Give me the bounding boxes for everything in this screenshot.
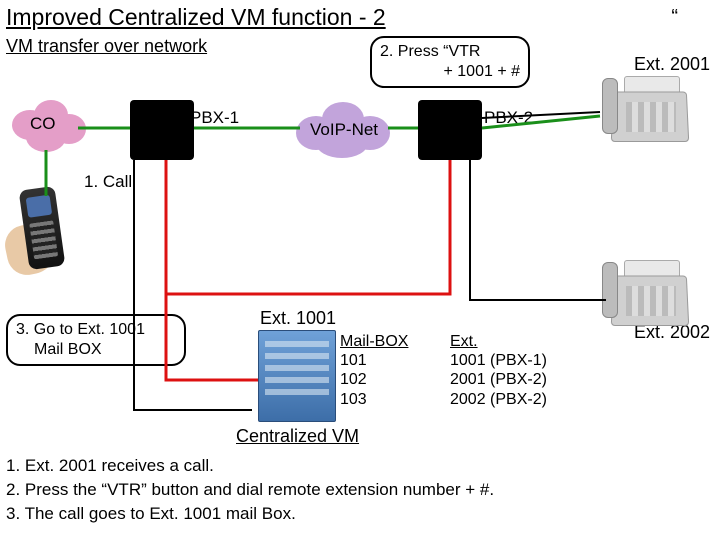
- mailbox-row-2: 103: [340, 391, 367, 408]
- highlight: [592, 478, 632, 498]
- mailbox-header: Mail-BOX: [340, 333, 408, 350]
- slide-title: Improved Centralized VM function - 2: [6, 4, 386, 31]
- stray-quote: “: [671, 6, 678, 29]
- steps-text: 1. Ext. 2001 receives a call. 2. Press t…: [6, 454, 494, 525]
- co-label: CO: [30, 114, 56, 134]
- voip-label: VoIP-Net: [310, 120, 378, 140]
- call-label: 1. Call: [84, 172, 132, 192]
- pbx-2-label: PBX-2: [484, 108, 533, 128]
- step-2-line1: 2. Press “VTR: [380, 42, 520, 62]
- ext-row-2: 2002 (PBX-2): [450, 391, 547, 408]
- ext-column: Ext. 1001 (PBX-1) 2001 (PBX-2) 2002 (PBX…: [450, 332, 547, 409]
- mailbox-row-0: 101: [340, 352, 367, 369]
- mailbox-row-1: 102: [340, 371, 367, 388]
- slide-root: { "title": "Improved Centralized VM func…: [0, 0, 720, 540]
- ext-row-0: 1001 (PBX-1): [450, 352, 547, 369]
- ext-row-1: 2001 (PBX-2): [450, 371, 547, 388]
- vm-server-icon: [258, 330, 336, 422]
- step-3-line1: 3. Go to Ext. 1001: [16, 320, 176, 340]
- centralized-vm-label: Centralized VM: [236, 426, 359, 447]
- ext-header: Ext.: [450, 333, 478, 350]
- step-line-1: 1. Ext. 2001 receives a call.: [6, 454, 494, 478]
- pbx-2-icon: [418, 100, 482, 160]
- step-2-line2: + 1001 + #: [380, 62, 520, 82]
- step-2-bubble: 2. Press “VTR + 1001 + #: [370, 36, 530, 88]
- desk-phone-2002-icon: [602, 256, 688, 326]
- step-3-bubble: 3. Go to Ext. 1001 Mail BOX: [6, 314, 186, 366]
- pbx-1-label: PBX-1: [190, 108, 239, 128]
- step-line-3: 3. The call goes to Ext. 1001 mail Box.: [6, 502, 494, 526]
- desk-phone-2001-icon: [602, 72, 688, 142]
- ext-1001-label: Ext. 1001: [260, 308, 336, 329]
- pbx-1-icon: [130, 100, 194, 160]
- step-3-line2: Mail BOX: [16, 340, 176, 360]
- mailbox-column: Mail-BOX 101 102 103: [340, 332, 408, 409]
- step-line-2: 2. Press the “VTR” button and dial remot…: [6, 478, 494, 502]
- subtitle: VM transfer over network: [6, 36, 207, 57]
